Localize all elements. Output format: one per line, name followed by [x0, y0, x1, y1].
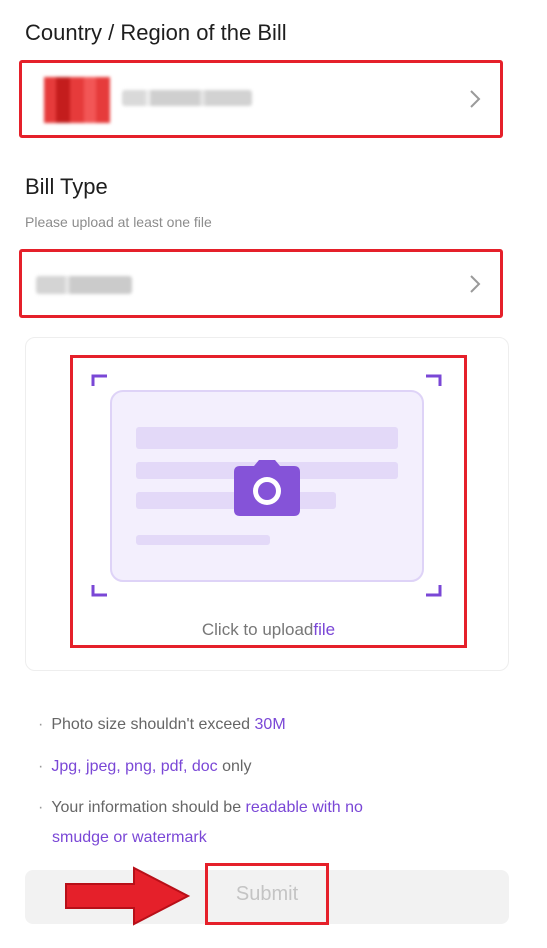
- tip-readable: · Your information should be readable wit…: [38, 799, 363, 816]
- upload-label: Click to uploadfile: [73, 620, 464, 640]
- tip-accent: Jpg, jpeg, png, pdf, doc: [51, 758, 218, 775]
- tip-text: Your information should be: [51, 799, 246, 816]
- bill-type-value-redacted: [36, 276, 132, 294]
- tip-text: Photo size shouldn't exceed: [51, 716, 255, 733]
- tip-accent: 30M: [254, 716, 286, 733]
- tip-accent: readable with no: [245, 799, 363, 816]
- upload-label-accent: file: [313, 620, 336, 639]
- tip-formats: · Jpg, jpeg, png, pdf, doc only: [38, 758, 252, 775]
- bill-type-select[interactable]: [19, 249, 503, 318]
- tip-text: only: [217, 758, 252, 775]
- flag-icon: [44, 77, 110, 123]
- bill-type-title: Bill Type: [25, 174, 108, 199]
- country-region-select[interactable]: [19, 60, 503, 138]
- upload-area[interactable]: Click to uploadfile: [70, 355, 467, 648]
- tip-size: · Photo size shouldn't exceed 30M: [38, 716, 286, 733]
- chevron-right-icon: [470, 90, 481, 108]
- arrow-right-icon: [65, 866, 191, 926]
- tip-accent: smudge or watermark: [52, 829, 207, 846]
- submit-button[interactable]: Submit: [205, 863, 329, 925]
- bill-type-hint: Please upload at least one file: [25, 214, 212, 230]
- upload-label-text: Click to upload: [201, 620, 314, 639]
- camera-icon: [234, 460, 300, 516]
- chevron-right-icon: [470, 274, 481, 293]
- country-region-title: Country / Region of the Bill: [25, 20, 287, 45]
- country-value-redacted: [122, 90, 252, 106]
- tip-readable-cont: smudge or watermark: [52, 823, 207, 853]
